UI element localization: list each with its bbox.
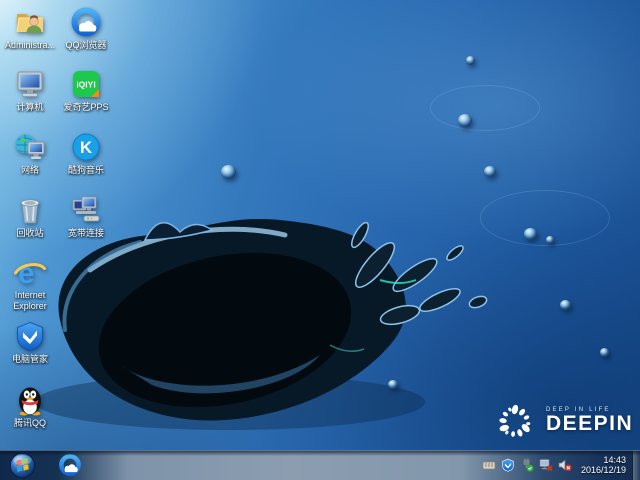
desktop-icon-broadband[interactable]: 宽带连接	[59, 194, 113, 239]
water-droplet	[388, 380, 398, 389]
desktop-icon-internet-explorer[interactable]: e Internet Explorer	[3, 256, 57, 311]
taskbar: 14:43 2016/12/19	[0, 450, 640, 480]
system-tray	[482, 458, 572, 472]
input-indicator-icon[interactable]	[482, 458, 496, 472]
user-folder-icon	[14, 6, 46, 38]
desktop-screen: DEEP IN LIFE DEEPIN Administra... QQ浏览器 …	[0, 0, 640, 480]
show-desktop-button[interactable]	[632, 450, 640, 480]
deepin-brand: DEEPIN	[546, 412, 634, 435]
qq-browser-icon	[59, 454, 81, 476]
svg-text:iQIYI: iQIYI	[76, 80, 95, 90]
recycle-bin-icon	[14, 194, 46, 226]
desktop-icon-pc-manager[interactable]: 电脑管家	[3, 320, 57, 365]
desktop-icon-computer[interactable]: 计算机	[3, 68, 57, 113]
water-droplet	[458, 114, 472, 127]
internet-explorer-icon: e	[14, 256, 46, 290]
taskbar-qq-browser[interactable]	[52, 451, 88, 479]
desktop-icon-label: 计算机	[16, 102, 44, 112]
kugou-icon: K	[70, 131, 102, 163]
deepin-logo: DEEP IN LIFE DEEPIN	[492, 398, 633, 444]
water-droplet	[560, 300, 571, 310]
desktop-icon-label: QQ浏览器	[65, 40, 107, 50]
svg-text:K: K	[80, 138, 93, 157]
desktop-icon-qq-browser[interactable]: QQ浏览器	[59, 6, 113, 51]
water-droplet	[600, 348, 609, 357]
qq-penguin-icon	[14, 384, 46, 416]
water-droplet	[546, 236, 554, 244]
water-ripple	[430, 85, 540, 131]
clock-time: 14:43	[603, 454, 626, 465]
start-button[interactable]	[4, 450, 40, 480]
water-droplet	[221, 165, 236, 179]
network-globe-icon	[14, 131, 46, 163]
water-droplet	[524, 228, 537, 240]
desktop-icon-label: 酷狗音乐	[67, 165, 104, 175]
desktop-icon-label: 腾讯QQ	[13, 418, 46, 428]
desktop-icon-label: 网络	[20, 165, 39, 175]
water-droplet	[466, 56, 475, 65]
desktop-icon-label: 宽带连接	[67, 228, 104, 238]
windows-orb-icon	[9, 452, 35, 478]
water-ripple	[480, 190, 610, 246]
desktop-icon-network[interactable]: 网络	[3, 131, 57, 176]
desktop-icon-kugou-music[interactable]: K 酷狗音乐	[59, 131, 113, 176]
desktop-icon-iqiyi-pps[interactable]: iQIYI 爱奇艺PPS	[59, 68, 113, 113]
desktop-icon-tencent-qq[interactable]: 腾讯QQ	[3, 384, 57, 429]
water-droplet	[484, 166, 496, 177]
desktop-icon-administrator[interactable]: Administra...	[3, 6, 57, 51]
shield-icon	[14, 320, 46, 352]
desktop-icon-label: 电脑管家	[11, 354, 48, 364]
broadband-connection-icon	[70, 194, 102, 226]
network-disconnected-icon[interactable]	[539, 458, 553, 472]
qq-browser-icon	[70, 6, 102, 38]
desktop-icon-label: Internet Explorer	[13, 290, 47, 311]
desktop-icon-label: 回收站	[16, 228, 44, 238]
taskbar-clock[interactable]: 14:43 2016/12/19	[581, 455, 626, 476]
deepin-pinwheel-icon	[499, 404, 531, 437]
desktop-icon-recycle-bin[interactable]: 回收站	[3, 194, 57, 239]
volume-muted-icon[interactable]	[558, 458, 572, 472]
desktop-icon-label: 爱奇艺PPS	[63, 102, 109, 112]
desktop-icon-label: Administra...	[4, 40, 55, 50]
computer-icon	[14, 68, 46, 100]
security-shield-tray-icon[interactable]	[501, 458, 515, 472]
safely-remove-hardware-icon[interactable]	[520, 458, 534, 472]
iqiyi-icon: iQIYI	[70, 68, 102, 100]
clock-date: 2016/12/19	[580, 465, 626, 475]
svg-text:e: e	[18, 257, 35, 288]
